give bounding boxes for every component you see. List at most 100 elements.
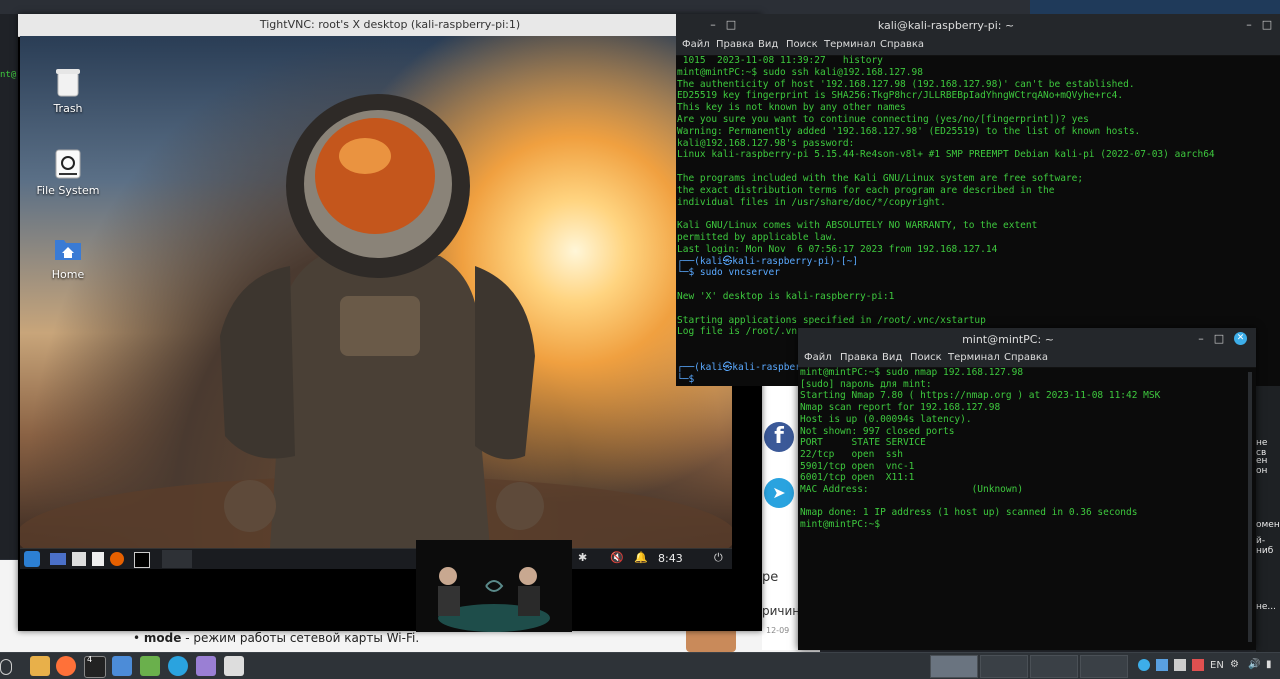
drive-icon: [53, 148, 83, 180]
menu-edit[interactable]: Правка: [840, 352, 878, 363]
taskbar-window-button[interactable]: [162, 550, 192, 568]
minimize-button[interactable]: –: [706, 18, 720, 32]
maximize-button[interactable]: □: [1260, 18, 1274, 32]
terminal-line: Not shown: 997 closed ports: [800, 425, 955, 437]
notification-bell-icon[interactable]: 🔔: [634, 551, 648, 564]
terminal-line: Nmap done: 1 IP address (1 host up) scan…: [800, 507, 1138, 519]
folder-icon[interactable]: [30, 656, 50, 676]
maximize-button[interactable]: □: [1212, 332, 1226, 346]
kali-menu-icon[interactable]: [24, 551, 40, 567]
terminal-line: PORT STATE SERVICE: [800, 437, 926, 449]
facebook-icon[interactable]: f: [764, 422, 794, 452]
workspace-3[interactable]: [1030, 655, 1078, 678]
terminal1-menubar: Файл Правка Вид Поиск Терминал Справка: [676, 36, 1280, 56]
network-tray-icon[interactable]: ⚙: [1230, 659, 1239, 670]
background-window-edge: [1030, 0, 1280, 14]
firefox-icon[interactable]: [56, 656, 76, 676]
webpage-text-fragment: ре: [762, 570, 779, 585]
update-icon[interactable]: [1138, 659, 1150, 671]
terminal-line: This key is not known by any other names: [677, 102, 906, 114]
astronaut-illustration: [20, 94, 732, 548]
panel-clock[interactable]: 8:43: [658, 552, 683, 565]
power-icon[interactable]: ⏻: [714, 551, 723, 565]
webpage-bullet: • mode - режим работы сетевой карты Wi-F…: [133, 631, 420, 645]
host-taskbar: 4 EN ⚙ 🔊 ▮: [0, 652, 1280, 679]
terminal-line: 5901/tcp open vnc-1: [800, 460, 915, 472]
telegram-icon[interactable]: [168, 656, 188, 676]
terminal2-output[interactable]: mint@mintPC:~$ sudo nmap 192.168.127.98[…: [800, 367, 1246, 647]
menu-terminal[interactable]: Терминал: [948, 352, 1000, 363]
network-icon[interactable]: [1156, 659, 1168, 671]
menu-help[interactable]: Справка: [880, 39, 924, 50]
battery-icon[interactable]: ▮: [1266, 659, 1272, 670]
maximize-button[interactable]: □: [724, 18, 738, 32]
side-text-fragment: ен он: [1256, 456, 1268, 476]
menu-view[interactable]: Вид: [758, 39, 778, 50]
terminal-line: Are you sure you want to continue connec…: [677, 113, 1089, 125]
connector-icon[interactable]: [196, 656, 216, 676]
menu-help[interactable]: Справка: [1004, 352, 1048, 363]
desktop-icon-label: Trash: [53, 102, 83, 115]
text-editor-icon[interactable]: [92, 552, 104, 566]
workspace-2[interactable]: [980, 655, 1028, 678]
speaker-muted-icon[interactable]: 🔇: [610, 551, 624, 564]
terminal-line: [sudo] пароль для mint:: [800, 378, 932, 390]
terminal-line: Starting Nmap 7.80 ( https://nmap.org ) …: [800, 390, 1161, 402]
desktop-icon-label: Home: [51, 268, 85, 281]
menu-edit[interactable]: Правка: [716, 39, 754, 50]
minimize-button[interactable]: –: [1194, 332, 1208, 346]
terminal-line: mint@mintPC:~$: [800, 519, 881, 531]
terminal-line: mint@mintPC:~$ sudo nmap 192.168.127.98: [800, 367, 1024, 378]
terminal-line: ED25519 key fingerprint is SHA256:TkgP8h…: [677, 90, 1124, 102]
menu-file[interactable]: Файл: [804, 352, 832, 363]
side-text-fragment: омен: [1256, 520, 1280, 530]
desktop-icon-file-system[interactable]: File System: [28, 148, 108, 197]
screenshot-icon[interactable]: [112, 656, 132, 676]
terminal-line: 1015 2023-11-08 11:39:27 history: [677, 55, 883, 66]
menu-view[interactable]: Вид: [882, 352, 902, 363]
terminal2-title: mint@mintPC: ~: [962, 333, 1054, 346]
video-overlay-thumbnail[interactable]: [416, 540, 572, 632]
tightvnc-window[interactable]: TightVNC: root's X desktop (kali-raspber…: [18, 14, 762, 632]
terminal-line: the exact distribution terms for each pr…: [677, 184, 1055, 196]
home-folder-icon: [53, 232, 83, 264]
file-manager-icon[interactable]: [72, 552, 86, 566]
terminal-window-nmap[interactable]: mint@mintPC: ~ – □ ✕ Файл Правка Вид Пои…: [798, 328, 1256, 650]
terminal-line: Linux kali-raspberry-pi 5.15.44-Re4son-v…: [677, 149, 1215, 161]
desktop-icon-home[interactable]: Home: [28, 232, 108, 281]
keyboard-layout[interactable]: EN: [1210, 660, 1224, 671]
webpage-text-fragment: ричин: [762, 604, 801, 618]
terminal2-scrollbar[interactable]: [1248, 372, 1252, 642]
record-icon[interactable]: [1192, 659, 1204, 671]
background-right-panel: не св ен он омен й-ниб не...: [1256, 370, 1280, 652]
clipboard-icon[interactable]: [1174, 659, 1186, 671]
menu-search[interactable]: Поиск: [786, 39, 818, 50]
workspace-1[interactable]: [930, 655, 978, 678]
menu-terminal[interactable]: Терминал: [824, 39, 876, 50]
bluetooth-icon[interactable]: ✱: [578, 551, 587, 564]
desktop-icon-trash[interactable]: Trash: [28, 66, 108, 115]
webpage-sidebar-fragment: f ➤ ре ричин 12-09: [762, 386, 801, 650]
firefox-icon[interactable]: [110, 552, 124, 566]
menu-search[interactable]: Поиск: [910, 352, 942, 363]
kali-desktop-wallpaper[interactable]: Trash File System Home: [20, 36, 732, 548]
terminal-icon[interactable]: [134, 552, 150, 568]
telegram-icon[interactable]: ➤: [764, 478, 794, 508]
workspace-4[interactable]: [1080, 655, 1128, 678]
vnc-titlebar[interactable]: TightVNC: root's X desktop (kali-raspber…: [18, 14, 762, 37]
app-icon[interactable]: [140, 656, 160, 676]
settings-icon[interactable]: [224, 656, 244, 676]
terminal-icon[interactable]: 4: [84, 655, 106, 678]
menu-file[interactable]: Файл: [682, 39, 710, 50]
terminal1-titlebar[interactable]: kali@kali-raspberry-pi: ~ – □ – □: [676, 14, 1280, 36]
volume-icon[interactable]: 🔊: [1248, 659, 1260, 670]
minimize-button[interactable]: –: [1242, 18, 1256, 32]
terminal2-titlebar[interactable]: mint@mintPC: ~ – □ ✕: [798, 328, 1256, 349]
terminal-line: Warning: Permanently added '192.168.127.…: [677, 125, 1141, 137]
side-text-fragment: не...: [1256, 602, 1277, 612]
terminal2-menubar: Файл Правка Вид Поиск Терминал Справка: [798, 349, 1256, 368]
workspace-icon[interactable]: [50, 553, 66, 565]
power-icon[interactable]: [0, 659, 12, 675]
close-icon[interactable]: ✕: [1234, 332, 1247, 345]
